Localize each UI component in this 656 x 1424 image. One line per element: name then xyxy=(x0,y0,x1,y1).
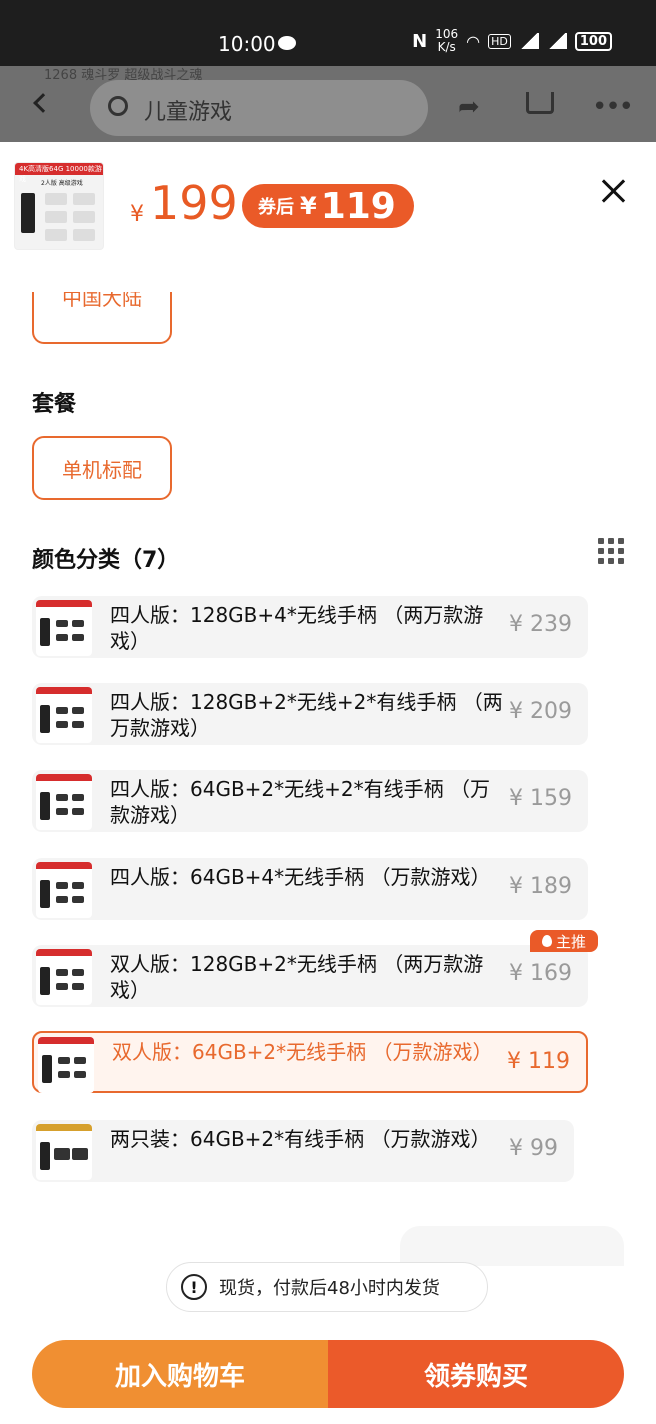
thumb-cell xyxy=(73,211,95,223)
option-thumbnail xyxy=(36,687,92,743)
sku-panel: 4K高清版64G 10000款游戏 2人版 高级游戏 ¥ 199 券后 ¥ 11… xyxy=(0,142,656,1424)
option-price: ¥ 209 xyxy=(509,699,572,724)
nfc-icon: N xyxy=(412,30,428,52)
color-option[interactable]: 四人版：128GB+2*无线+2*有线手柄 （两万款游戏） ¥ 209 xyxy=(32,683,588,745)
option-price: ¥ 159 xyxy=(509,786,572,811)
option-thumbnail xyxy=(38,1037,94,1093)
color-title: 颜色分类（7） xyxy=(32,548,180,573)
shipping-notice-text: 现货，付款后48小时内发货 xyxy=(219,1278,440,1299)
option-price: ¥ 99 xyxy=(509,1136,558,1161)
coupon-price: 119 xyxy=(320,185,396,227)
search-bar[interactable]: 儿童游戏 xyxy=(90,80,428,136)
background-page: 1268 魂斗罗 超级战斗之魂 儿童游戏 ➦ ••• xyxy=(0,66,656,142)
system-indicators: N 106 K/s ◠ HD 100 xyxy=(412,28,612,54)
option-thumbnail xyxy=(36,1124,92,1180)
status-bar: 10:00 N 106 K/s ◠ HD 100 xyxy=(0,0,656,66)
add-to-cart-button[interactable]: 加入购物车 xyxy=(32,1340,328,1408)
color-option[interactable]: 四人版：64GB+4*无线手柄 （万款游戏） ¥ 189 xyxy=(32,858,588,920)
console-image xyxy=(21,193,35,233)
search-icon xyxy=(108,96,128,116)
coupon-label: 券后 xyxy=(258,197,294,218)
action-bar: 加入购物车 领券购买 xyxy=(32,1340,624,1408)
wifi-icon: ◠ xyxy=(466,31,481,51)
more-icon[interactable]: ••• xyxy=(592,92,634,122)
color-option[interactable]: 四人版：64GB+2*无线+2*有线手柄 （万款游戏） ¥ 159 xyxy=(32,770,588,832)
package-title: 套餐 xyxy=(32,392,77,417)
option-thumbnail xyxy=(36,774,92,830)
thumb-cell xyxy=(45,193,67,205)
network-speed: 106 K/s xyxy=(435,27,459,54)
shipping-notice: ! 现货，付款后48小时内发货 xyxy=(166,1262,488,1312)
option-price: ¥ 169 xyxy=(509,961,572,986)
thumb-sub-text: 2人版 高级游戏 xyxy=(41,180,83,187)
option-label: 四人版：128GB+2*无线+2*有线手柄 （两万款游戏） xyxy=(110,690,503,740)
color-option[interactable]: 两只装：64GB+2*有线手柄 （万款游戏） ¥ 99 xyxy=(32,1120,574,1182)
coupon-buy-button[interactable]: 领券购买 xyxy=(328,1340,624,1408)
clock: 10:00 xyxy=(218,32,276,56)
thumb-cell xyxy=(45,211,67,223)
hd-icon: HD xyxy=(488,33,511,49)
grid-view-icon[interactable] xyxy=(598,538,624,564)
flame-icon xyxy=(541,935,552,947)
option-label: 双人版：64GB+2*无线手柄 （万款游戏） xyxy=(112,1040,493,1064)
back-icon[interactable] xyxy=(33,93,53,113)
decorative-shape xyxy=(400,1226,624,1266)
package-option[interactable]: 单机标配 xyxy=(32,436,172,500)
option-label: 四人版：64GB+4*无线手柄 （万款游戏） xyxy=(110,865,491,889)
cart-icon[interactable] xyxy=(526,92,554,114)
battery-icon: 100 xyxy=(574,31,612,51)
origin-option-label: 中国大陆 xyxy=(62,292,142,310)
signal-icon-2 xyxy=(546,33,567,49)
info-icon: ! xyxy=(181,1274,207,1300)
color-option[interactable]: 双人版：128GB+2*无线手柄 （两万款游戏） ¥ 169 xyxy=(32,945,588,1007)
option-label: 双人版：128GB+2*无线手柄 （两万款游戏） xyxy=(110,952,484,1002)
coupon-currency: ¥ xyxy=(300,192,317,220)
option-thumbnail xyxy=(36,949,92,1005)
color-option-selected[interactable]: 双人版：64GB+2*无线手柄 （万款游戏） ¥ 119 xyxy=(32,1031,588,1093)
option-price: ¥ 189 xyxy=(509,874,572,899)
recommended-badge-text: 主推 xyxy=(555,932,586,951)
option-label: 四人版：64GB+2*无线+2*有线手柄 （万款游戏） xyxy=(110,777,490,827)
thumb-cell xyxy=(45,229,67,241)
wechat-icon xyxy=(278,36,296,50)
origin-option[interactable]: 中国大陆 xyxy=(32,292,172,344)
signal-icon xyxy=(518,33,539,49)
option-label: 四人版：128GB+4*无线手柄 （两万款游戏） xyxy=(110,603,484,653)
share-icon[interactable]: ➦ xyxy=(458,92,480,122)
coupon-price-badge: 券后 ¥ 119 xyxy=(242,184,414,228)
price-currency: ¥ xyxy=(130,202,144,227)
product-thumbnail: 4K高清版64G 10000款游戏 2人版 高级游戏 xyxy=(14,162,104,250)
option-label: 两只装：64GB+2*有线手柄 （万款游戏） xyxy=(110,1127,491,1151)
close-icon[interactable] xyxy=(600,178,626,204)
search-text: 儿童游戏 xyxy=(144,100,233,125)
option-thumbnail xyxy=(36,600,92,656)
option-thumbnail xyxy=(36,862,92,918)
recommended-badge: 主推 xyxy=(530,930,598,952)
option-price: ¥ 239 xyxy=(509,612,572,637)
thumb-cell xyxy=(73,229,95,241)
color-option[interactable]: 四人版：128GB+4*无线手柄 （两万款游戏） ¥ 239 xyxy=(32,596,588,658)
option-price: ¥ 119 xyxy=(507,1049,570,1074)
price: 199 xyxy=(150,176,238,230)
thumb-cell xyxy=(73,193,95,205)
